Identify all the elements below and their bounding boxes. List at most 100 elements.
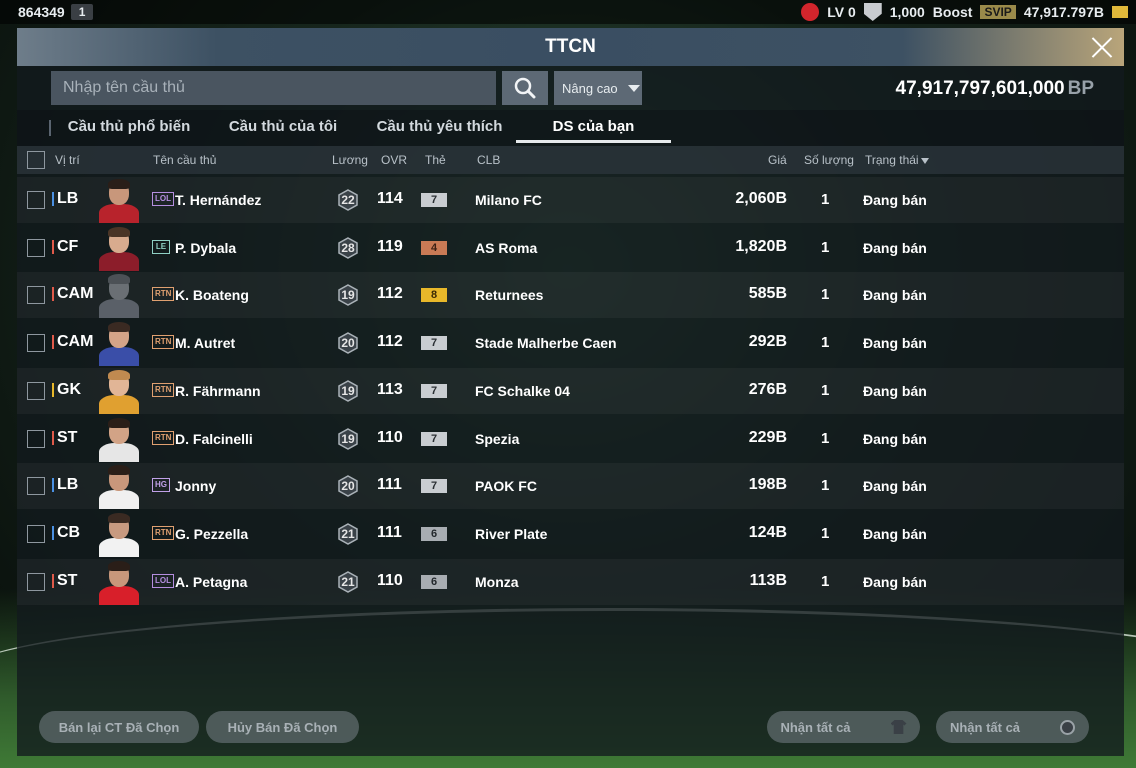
quantity-value: 1 (821, 286, 830, 304)
grade-badge: 7 (421, 336, 447, 351)
header-name: Tên cầu thủ (153, 153, 217, 167)
table-row[interactable]: CAM RTN K. Boateng 19 112 8 Returnees 585B 1 Đang… (17, 272, 1124, 319)
position-cell: LB (52, 190, 78, 208)
row-checkbox[interactable] (27, 238, 45, 257)
player-name[interactable]: K. Boateng (175, 287, 249, 303)
ovr-value: 111 (377, 476, 402, 494)
club-name: FC Schalke 04 (475, 382, 570, 399)
player-name[interactable]: D. Falcinelli (175, 431, 253, 447)
svip-badge[interactable]: SVIP (980, 5, 1016, 19)
row-checkbox[interactable] (27, 477, 45, 496)
row-checkbox[interactable] (27, 572, 45, 591)
player-avatar[interactable] (97, 417, 141, 462)
status-label: Đang bán (863, 239, 927, 256)
advanced-filter-dropdown[interactable]: Nâng cao (554, 71, 642, 105)
price-value: 276B (748, 380, 787, 398)
avatar-kit (99, 204, 139, 223)
player-avatar[interactable] (97, 322, 141, 367)
trophy-shield-icon (863, 3, 882, 21)
tab-popular-players[interactable]: Cầu thủ phổ biến (59, 110, 199, 143)
salary-badge: 21 (337, 523, 359, 545)
price-value: 292B (748, 333, 787, 351)
season-badge: LOL (152, 573, 174, 588)
player-avatar[interactable] (97, 560, 141, 605)
search-icon (514, 77, 536, 99)
player-avatar[interactable] (97, 465, 141, 510)
avatar-hair (108, 512, 130, 523)
grade-badge: 8 (421, 288, 447, 303)
position-color-bar (52, 525, 54, 540)
search-button[interactable] (502, 71, 548, 105)
player-avatar[interactable] (97, 179, 141, 223)
player-name[interactable]: A. Petagna (175, 574, 247, 590)
position-label: ST (57, 428, 78, 446)
row-checkbox[interactable] (27, 334, 45, 353)
avatar-hair (108, 322, 130, 333)
salary-value: 20 (341, 336, 355, 351)
player-avatar[interactable] (97, 226, 141, 271)
price-value: 1,820B (735, 237, 787, 255)
player-avatar[interactable] (97, 369, 141, 414)
price-value: 229B (748, 428, 787, 446)
collect-all-players-button[interactable]: Nhận tất cả (767, 711, 920, 743)
salary-value: 20 (341, 479, 355, 494)
status-label: Đang bán (863, 478, 927, 495)
tab-bar: Cầu thủ phổ biến Cầu thủ của tôi Cầu thủ… (17, 110, 1124, 146)
season-badge: LE (152, 239, 170, 254)
table-row[interactable]: ST RTN D. Falcinelli 19 110 7 Spezia 229B 1 Đang … (17, 416, 1124, 462)
position-color-bar (52, 239, 54, 254)
table-row[interactable]: ST LOL A. Petagna 21 110 6 Monza 113B 1 Đang bán (17, 558, 1124, 605)
header-salary: Lương (332, 153, 368, 167)
table-row[interactable]: CAM RTN M. Autret 20 112 7 Stade Malherbe Caen… (17, 320, 1124, 367)
salary-value: 19 (341, 288, 355, 303)
table-row[interactable]: LB LOL T. Hernández 22 114 7 Milano FC 2,060B 1 Đ… (17, 177, 1124, 223)
collect-all-bp-button[interactable]: Nhận tất cả (936, 711, 1089, 743)
position-color-bar (52, 192, 54, 206)
bp-short: 47,917.797B (1023, 4, 1104, 20)
row-checkbox[interactable] (27, 381, 45, 400)
tab-your-list[interactable]: DS của bạn (516, 110, 671, 143)
salary-value: 19 (341, 431, 355, 446)
position-label: CAM (57, 285, 94, 303)
close-button[interactable] (1088, 33, 1116, 61)
position-cell: CB (52, 524, 80, 542)
position-color-bar (52, 382, 54, 397)
table-row[interactable]: LB HG Jonny 20 111 7 PAOK FC 198B 1 Đang bán (17, 463, 1124, 510)
advanced-filter-label: Nâng cao (562, 80, 618, 96)
bp-amount: 47,917,797,601,000 (895, 78, 1065, 99)
club-name: Milano FC (475, 192, 542, 208)
player-name[interactable]: P. Dybala (175, 240, 236, 256)
price-value: 198B (748, 476, 787, 494)
player-avatar[interactable] (97, 512, 141, 557)
tab-my-players[interactable]: Cầu thủ của tôi (213, 110, 353, 143)
salary-value: 19 (341, 383, 355, 398)
player-name[interactable]: T. Hernández (175, 192, 261, 208)
header-grade: Thẻ (425, 153, 446, 167)
salary-badge: 22 (337, 189, 359, 211)
salary-value: 28 (341, 240, 355, 255)
boost-label[interactable]: Boost (933, 4, 973, 20)
row-checkbox[interactable] (27, 524, 45, 543)
select-all-checkbox[interactable] (27, 151, 45, 169)
position-cell: CAM (52, 333, 93, 351)
player-name[interactable]: G. Pezzella (175, 526, 248, 542)
tab-favorite-players[interactable]: Cầu thủ yêu thích (367, 110, 512, 143)
salary-value: 21 (341, 526, 355, 541)
row-checkbox[interactable] (27, 429, 45, 448)
player-name[interactable]: Jonny (175, 478, 216, 494)
player-avatar[interactable] (97, 274, 141, 319)
table-row[interactable]: GK RTN R. Fährmann 19 113 7 FC Schalke 04 276B 1… (17, 367, 1124, 414)
resell-selected-button[interactable]: Bán lại CT Đã Chọn (39, 711, 199, 743)
player-name[interactable]: R. Fährmann (175, 383, 261, 399)
search-input[interactable] (51, 71, 496, 105)
position-color-bar (52, 430, 54, 445)
cancel-selected-button[interactable]: Hủy Bán Đã Chọn (206, 711, 359, 743)
player-name[interactable]: M. Autret (175, 335, 235, 351)
table-row[interactable]: CB RTN G. Pezzella 21 111 6 River Plate 124B 1 Đa… (17, 511, 1124, 557)
price-value: 124B (748, 523, 787, 541)
row-checkbox[interactable] (27, 191, 45, 209)
header-status[interactable]: Trạng thái (865, 153, 929, 167)
row-checkbox[interactable] (27, 286, 45, 305)
table-row[interactable]: CF LE P. Dybala 28 119 4 AS Roma 1,820B 1 Đang bá… (17, 225, 1124, 271)
transfer-market-panel: TTCN Nâng cao 47,917,797,601,000BP Cầu t… (17, 28, 1124, 756)
